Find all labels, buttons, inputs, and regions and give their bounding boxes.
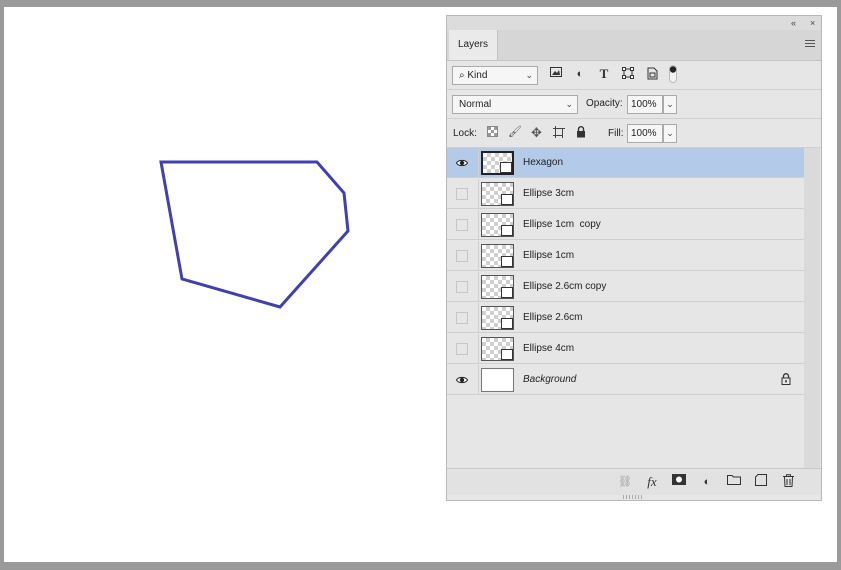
lock-icon bbox=[781, 373, 791, 385]
kind-filter-select[interactable]: ⌕ Kind ⌄ bbox=[452, 66, 538, 85]
visibility-toggle[interactable] bbox=[456, 281, 468, 293]
layer-row-ellipse-2-6cm-copy[interactable]: Ellipse 2.6cm copy bbox=[447, 272, 805, 302]
layers-panel: « × Layers ⌕ Kind ⌄ ◐ T Normal ⌄ Opacity… bbox=[446, 15, 822, 501]
chevron-down-icon: ⌄ bbox=[565, 99, 573, 109]
layer-thumbnail bbox=[481, 337, 514, 361]
add-mask-icon[interactable] bbox=[671, 474, 687, 490]
panel-resize-grip[interactable] bbox=[623, 495, 643, 499]
visibility-toggle[interactable] bbox=[456, 312, 468, 324]
divider bbox=[478, 334, 479, 364]
layer-row-ellipse-4cm[interactable]: Ellipse 4cm bbox=[447, 334, 805, 364]
panel-titlebar: « × bbox=[447, 16, 821, 31]
blend-mode-select[interactable]: Normal ⌄ bbox=[452, 95, 578, 114]
smart-object-filter-icon[interactable] bbox=[645, 67, 659, 81]
divider bbox=[478, 148, 479, 178]
fill-dropdown-button[interactable]: ⌄ bbox=[663, 124, 677, 143]
layer-row-background[interactable]: Background bbox=[447, 365, 805, 395]
visibility-toggle[interactable] bbox=[456, 343, 468, 355]
blend-row: Normal ⌄ Opacity: 100% ⌄ bbox=[447, 90, 821, 119]
lock-label: Lock: bbox=[453, 128, 477, 139]
lock-transparent-icon[interactable] bbox=[486, 126, 499, 139]
shape-badge-icon bbox=[501, 256, 513, 267]
visibility-toggle[interactable] bbox=[456, 188, 468, 200]
layer-name: Ellipse 2.6cm bbox=[523, 312, 583, 323]
adjustment-layer-icon[interactable]: ◐ bbox=[699, 474, 715, 490]
panel-menu-icon[interactable] bbox=[805, 40, 815, 48]
divider bbox=[478, 241, 479, 271]
layer-thumbnail bbox=[481, 306, 514, 330]
layer-thumbnail bbox=[481, 182, 514, 206]
opacity-label: Opacity: bbox=[586, 98, 623, 109]
layer-name: Hexagon bbox=[523, 157, 564, 168]
new-group-icon[interactable] bbox=[726, 474, 742, 490]
lock-all-icon[interactable] bbox=[574, 126, 587, 139]
type-filter-icon[interactable]: T bbox=[597, 67, 611, 81]
layer-name: Background bbox=[523, 374, 577, 385]
eye-icon[interactable] bbox=[455, 374, 469, 386]
layer-row-ellipse-1cm[interactable]: Ellipse 1cm bbox=[447, 241, 805, 271]
layer-name: Ellipse 2.6cm copy bbox=[523, 281, 607, 292]
layer-row-hexagon[interactable]: Hexagon bbox=[447, 148, 805, 178]
hexagon-shape[interactable] bbox=[159, 160, 350, 309]
shape-badge-icon bbox=[501, 318, 513, 329]
shape-badge-icon bbox=[501, 287, 513, 298]
layer-name: Ellipse 1cm copy bbox=[523, 219, 601, 230]
visibility-toggle[interactable] bbox=[456, 250, 468, 262]
layer-row-ellipse-3cm[interactable]: Ellipse 3cm bbox=[447, 179, 805, 209]
layers-scrollbar[interactable] bbox=[804, 148, 820, 468]
kind-filter-label: Kind bbox=[467, 70, 488, 81]
divider bbox=[478, 365, 479, 395]
panel-bottom-bar: ⛓ fx ◐ bbox=[447, 468, 821, 495]
tab-layers[interactable]: Layers bbox=[449, 30, 498, 60]
divider bbox=[478, 210, 479, 240]
panel-tabbar: Layers bbox=[447, 30, 821, 61]
layer-name: Ellipse 1cm bbox=[523, 250, 575, 261]
link-layers-icon[interactable]: ⛓ bbox=[617, 474, 633, 490]
layer-row-ellipse-2-6cm[interactable]: Ellipse 2.6cm bbox=[447, 303, 805, 333]
layer-thumbnail bbox=[481, 244, 514, 268]
fx-icon[interactable]: fx bbox=[644, 474, 660, 490]
opacity-input[interactable]: 100% bbox=[627, 95, 663, 114]
collapse-panel-button[interactable]: « bbox=[791, 17, 796, 29]
layer-name: Ellipse 3cm bbox=[523, 188, 575, 199]
layer-thumbnail bbox=[481, 213, 514, 237]
adjustment-filter-icon[interactable]: ◐ bbox=[573, 67, 587, 81]
visibility-toggle[interactable] bbox=[456, 219, 468, 231]
image-filter-icon[interactable] bbox=[549, 67, 563, 81]
lock-artboard-icon[interactable] bbox=[552, 126, 565, 139]
divider bbox=[478, 179, 479, 209]
lock-row: Lock: 🖌 ✥ Fill: 100% ⌄ bbox=[447, 119, 821, 148]
shape-badge-icon bbox=[501, 349, 513, 360]
fill-label: Fill: bbox=[608, 128, 624, 139]
layer-thumbnail bbox=[481, 151, 514, 175]
close-panel-button[interactable]: × bbox=[810, 17, 815, 29]
layer-name: Ellipse 4cm bbox=[523, 343, 575, 354]
shape-badge-icon bbox=[500, 162, 512, 173]
layers-list: Hexagon Ellipse 3cm Ellipse 1cm copy Ell… bbox=[447, 148, 805, 468]
fill-input[interactable]: 100% bbox=[627, 124, 663, 143]
blend-mode-value: Normal bbox=[459, 99, 492, 110]
filter-toggle-switch[interactable] bbox=[669, 65, 677, 83]
layer-thumbnail bbox=[481, 275, 514, 299]
filter-row: ⌕ Kind ⌄ ◐ T bbox=[447, 61, 821, 90]
delete-layer-icon[interactable] bbox=[780, 474, 796, 490]
eye-icon[interactable] bbox=[455, 157, 469, 169]
lock-position-icon[interactable]: ✥ bbox=[530, 126, 543, 139]
opacity-dropdown-button[interactable]: ⌄ bbox=[663, 95, 677, 114]
divider bbox=[478, 303, 479, 333]
shape-badge-icon bbox=[501, 194, 513, 205]
lock-image-icon[interactable]: 🖌 bbox=[508, 126, 522, 139]
layer-thumbnail bbox=[481, 368, 514, 392]
search-icon: ⌕ bbox=[459, 70, 465, 81]
divider bbox=[478, 272, 479, 302]
shape-badge-icon bbox=[501, 225, 513, 236]
new-layer-icon[interactable] bbox=[753, 474, 769, 490]
layer-row-ellipse-1cm-copy[interactable]: Ellipse 1cm copy bbox=[447, 210, 805, 240]
chevron-down-icon: ⌄ bbox=[525, 70, 533, 80]
shape-filter-icon[interactable] bbox=[621, 67, 635, 81]
